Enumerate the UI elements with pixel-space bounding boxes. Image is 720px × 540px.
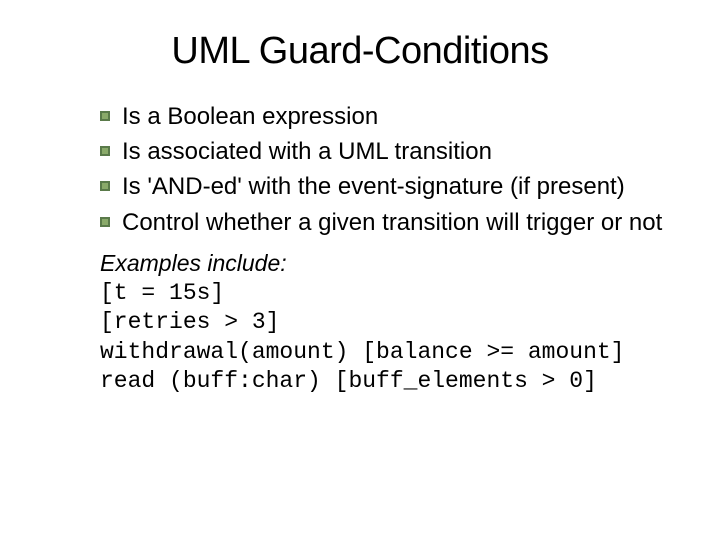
code-line: [retries > 3]	[100, 308, 670, 337]
bullet-icon	[100, 181, 110, 191]
bullet-list: Is a Boolean expression Is associated wi…	[100, 101, 670, 238]
bullet-icon	[100, 146, 110, 156]
list-item: Control whether a given transition will …	[100, 207, 670, 238]
code-line: [t = 15s]	[100, 279, 670, 308]
code-examples: [t = 15s] [retries > 3] withdrawal(amoun…	[100, 279, 670, 397]
bullet-text: Is a Boolean expression	[122, 101, 670, 132]
bullet-text: Is associated with a UML transition	[122, 136, 670, 167]
bullet-text: Control whether a given transition will …	[122, 207, 670, 238]
list-item: Is 'AND-ed' with the event-signature (if…	[100, 171, 670, 202]
slide-title: UML Guard-Conditions	[50, 30, 670, 73]
bullet-text: Is 'AND-ed' with the event-signature (if…	[122, 171, 670, 202]
code-line: read (buff:char) [buff_elements > 0]	[100, 367, 670, 396]
examples-label: Examples include:	[100, 250, 670, 277]
list-item: Is associated with a UML transition	[100, 136, 670, 167]
bullet-icon	[100, 217, 110, 227]
code-line: withdrawal(amount) [balance >= amount]	[100, 338, 670, 367]
bullet-icon	[100, 111, 110, 121]
list-item: Is a Boolean expression	[100, 101, 670, 132]
